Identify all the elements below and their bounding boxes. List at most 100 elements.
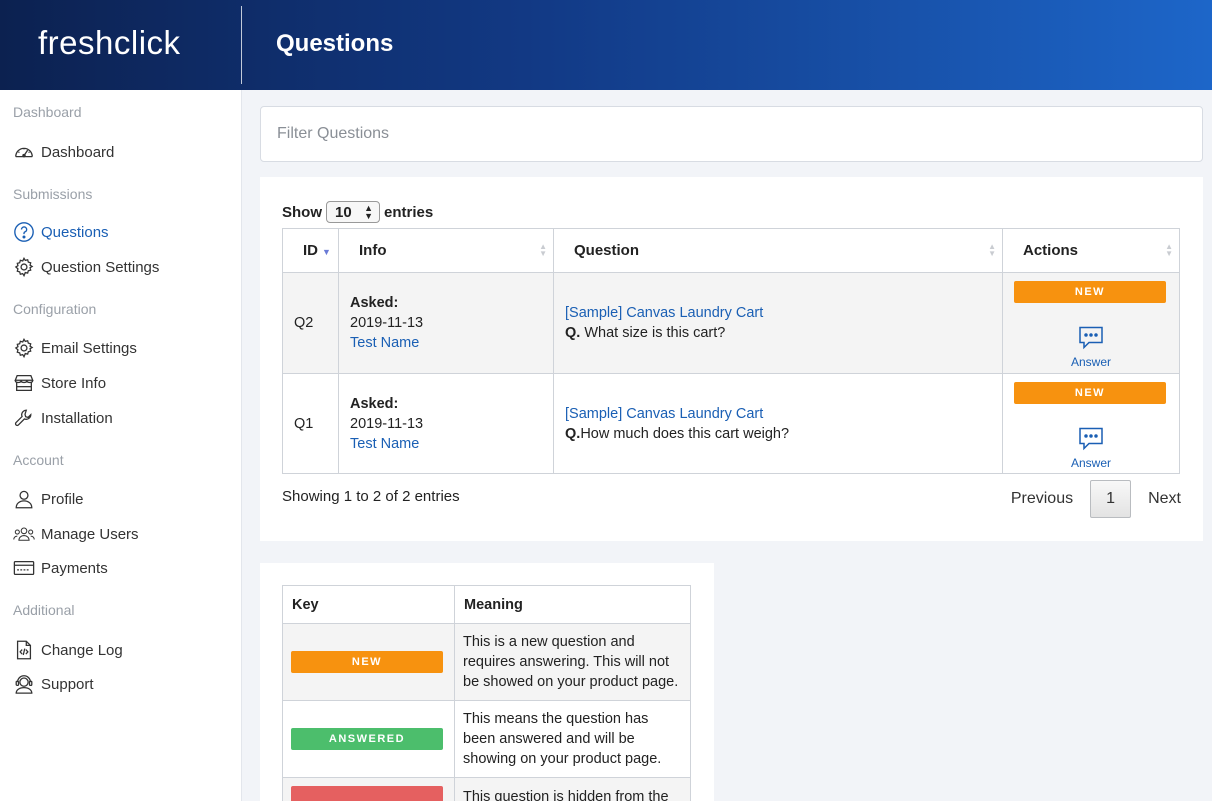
sidebar-item-profile[interactable]: Profile [12,487,84,511]
headset-icon [12,672,36,696]
show-label: Show [282,203,322,221]
column-header-question[interactable]: Question ▲ ▼ [553,228,1003,273]
answer-label: Answer [1070,456,1111,470]
pagination: Previous 1 Next [1011,480,1181,518]
answer-button[interactable]: Answer [1014,425,1168,473]
answer-label: Answer [1070,355,1111,369]
page-1-button[interactable]: 1 [1090,480,1132,518]
page-size-select[interactable]: 10 ▲ ▼ [326,201,380,223]
filter-box [260,106,1203,162]
user-icon [12,487,36,511]
row-actions: NEW Answer [1002,373,1180,474]
key-row: NEW This is a new question and requires … [282,623,691,701]
questions-panel: Show 10 ▲ ▼ entries ID ▼ Info ▲ ▼ Question … [260,177,1203,541]
page-title: Questions [276,30,394,57]
page-size-value: 10 [335,203,352,221]
sidebar-item-label: Profile [41,490,84,508]
questions-table: ID ▼ Info ▲ ▼ Question ▲ ▼ Actions ▲ ▼ Q2 [282,228,1180,474]
sidebar-section-configuration: Configuration [13,301,97,317]
key-row: This question is hidden from the [282,777,691,801]
row-id: Q1 [282,373,339,474]
asked-date: 2019-11-13 [350,315,424,331]
sidebar-item-label: Dashboard [41,143,115,161]
store-icon [12,371,36,395]
status-badge: NEW [1014,382,1166,404]
row-info: Asked: 2019-11-13 Test Name [338,272,554,374]
sidebar-item-label: Questions [41,223,109,241]
previous-page-button[interactable]: Previous [1011,490,1073,508]
product-link[interactable]: [Sample] Canvas Laundry Cart [565,303,991,323]
sidebar-item-label: Support [41,675,94,693]
select-arrows-icon: ▲ ▼ [364,203,373,221]
product-link[interactable]: [Sample] Canvas Laundry Cart [565,404,991,424]
next-page-button[interactable]: Next [1148,490,1181,508]
app-logo[interactable]: freshclick [38,24,181,62]
sidebar-item-label: Payments [41,559,108,577]
app-header: freshclick Questions [0,0,1212,90]
answered-badge: ANSWERED [291,728,443,750]
question-text: Q.How much does this cart weigh? [565,425,790,442]
sidebar-item-label: Manage Users [41,525,139,543]
gear-icon [12,336,36,360]
row-question: [Sample] Canvas Laundry Cart Q. What siz… [553,272,1003,374]
sidebar-item-manage-users[interactable]: Manage Users [12,522,139,546]
sidebar-item-payments[interactable]: Payments [12,556,108,580]
column-header-info[interactable]: Info ▲ ▼ [338,228,554,273]
row-question: [Sample] Canvas Laundry Cart Q.How much … [553,373,1003,474]
sort-icon: ▲ ▼ [1165,242,1173,258]
sidebar-item-label: Installation [41,409,113,427]
sidebar: Dashboard Dashboard Submissions Question… [0,90,242,801]
key-meaning: This is a new question and requires answ… [454,623,691,701]
sidebar-item-label: Store Info [41,374,107,392]
sidebar-section-account: Account [13,452,64,468]
column-header-id[interactable]: ID ▼ [282,228,339,273]
chat-icon [1079,427,1103,451]
sidebar-item-installation[interactable]: Installation [12,406,113,430]
new-badge: NEW [291,651,443,673]
asker-name-link[interactable]: Test Name [350,333,542,353]
gauge-icon [12,140,36,164]
entries-label: entries [384,203,434,221]
showing-entries-info: Showing 1 to 2 of 2 entries [282,488,460,505]
sidebar-item-label: Change Log [41,641,123,659]
asker-name-link[interactable]: Test Name [350,434,542,454]
sidebar-section-submissions: Submissions [13,186,93,202]
sidebar-item-question-settings[interactable]: Question Settings [12,255,159,279]
users-icon [12,522,36,546]
row-info: Asked: 2019-11-13 Test Name [338,373,554,474]
sidebar-section-dashboard: Dashboard [13,104,82,120]
sidebar-item-label: Email Settings [41,339,137,357]
sidebar-item-label: Question Settings [41,258,160,276]
sort-icon: ▲ ▼ [988,242,996,258]
sidebar-item-support[interactable]: Support [12,672,94,696]
sidebar-item-dashboard[interactable]: Dashboard [12,140,114,164]
status-key-panel: Key Meaning NEW This is a new question a… [260,563,714,801]
key-meaning: This means the question has been answere… [454,700,691,778]
asked-label: Asked: [350,395,399,412]
status-key-table: Key Meaning NEW This is a new question a… [282,585,691,801]
meaning-column-header: Meaning [454,585,691,624]
code-file-icon [12,638,36,662]
table-row: Q1 Asked: 2019-11-13 Test Name [Sample] … [282,373,1180,474]
asked-date: 2019-11-13 [350,415,424,432]
sidebar-item-store-info[interactable]: Store Info [12,371,106,395]
card-icon [12,556,36,580]
sidebar-section-additional: Additional [13,602,75,618]
gear-icon [12,255,36,279]
answer-button[interactable]: Answer [1014,324,1168,372]
sidebar-item-change-log[interactable]: Change Log [12,638,123,662]
sidebar-item-questions[interactable]: Questions [12,220,109,244]
key-row: ANSWERED This means the question has bee… [282,700,691,778]
question-text: Q. What size is this cart? [565,325,726,341]
row-id: Q2 [282,272,339,374]
table-row: Q2 Asked: 2019-11-13 Test Name [Sample] … [282,272,1180,374]
status-badge: NEW [1014,281,1166,303]
key-meaning: This question is hidden from the [454,777,691,801]
sidebar-item-email-settings[interactable]: Email Settings [12,336,137,360]
filter-questions-input[interactable] [261,107,1202,161]
wrench-icon [12,406,36,430]
hidden-badge [291,786,443,801]
chat-icon [1079,326,1103,350]
column-header-actions[interactable]: Actions ▲ ▼ [1002,228,1180,273]
asked-label: Asked: [350,295,399,311]
